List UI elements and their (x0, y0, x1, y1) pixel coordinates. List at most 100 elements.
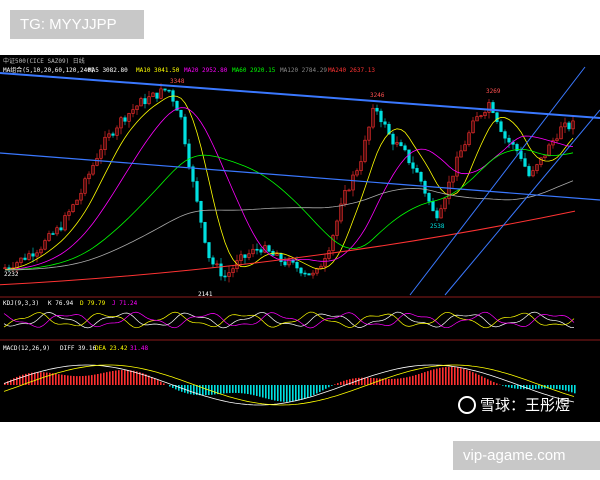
macd-bar (307, 385, 309, 398)
price-label-3348: 3348 (170, 78, 185, 85)
macd-bar (415, 374, 417, 385)
macd-bar (229, 385, 231, 394)
macd-bar (205, 385, 207, 396)
macd-bar (397, 378, 399, 385)
macd-bar (568, 385, 570, 392)
ma-value-ma20: MA20 2952.80 (184, 67, 228, 74)
macd-bar (286, 385, 288, 402)
site-badge: vip-agame.com (453, 441, 600, 470)
macd-bar (451, 366, 453, 385)
macd-bar (532, 385, 534, 390)
candle-body (307, 273, 311, 276)
macd-bar (274, 385, 276, 401)
macd-bar (418, 374, 420, 385)
macd-bar (226, 385, 228, 394)
macd-bar (424, 372, 426, 385)
macd-bar (331, 385, 333, 386)
macd-bar (484, 377, 486, 385)
candle-body (379, 110, 383, 123)
macd-diff: DIFF 39.16 (60, 345, 97, 352)
price-label-2141: 2141 (198, 291, 213, 298)
candle-body (295, 262, 299, 269)
ma-value-ma5: MA5 3082.80 (88, 67, 128, 74)
macd-bar (538, 385, 540, 389)
macd-bar (70, 375, 72, 385)
macd-bar (76, 376, 78, 385)
candle-body (23, 257, 27, 260)
candle-body (375, 107, 379, 112)
macd-bar (187, 385, 189, 394)
macd-bar (472, 372, 474, 385)
macd-bar (496, 383, 498, 385)
macd-bar (283, 385, 285, 402)
macd-bar (328, 385, 330, 388)
candle-body (415, 168, 419, 173)
macd-bar (436, 368, 438, 385)
price-label-2232: 2232 (4, 271, 19, 278)
candle-body (179, 109, 183, 118)
candle-body (491, 102, 495, 113)
macd-bar (223, 385, 225, 394)
candle-body (243, 254, 247, 258)
macd-bar (16, 376, 18, 385)
macd-bar (67, 375, 69, 385)
stock-chart: 中证500(CICE SAZ09) 日线 MA组合(5,10,20,60,120… (0, 55, 600, 422)
macd-bar (487, 379, 489, 385)
macd-bar (103, 372, 105, 385)
macd-bar (238, 385, 240, 394)
snowball-logo-icon (458, 395, 476, 414)
macd-bar (151, 377, 153, 385)
macd-bar (295, 385, 297, 402)
macd-bar (325, 385, 327, 389)
macd-bar (388, 378, 390, 385)
macd-bar (265, 385, 267, 399)
macd-bar (565, 385, 567, 391)
candle-body (423, 180, 427, 194)
candle-body (411, 162, 415, 169)
macd-bar (154, 378, 156, 385)
macd-bar (49, 372, 51, 385)
macd-bar (271, 385, 273, 400)
candle-body (523, 158, 527, 167)
macd-bar (454, 367, 456, 385)
candle-body (507, 137, 511, 143)
macd-bar (193, 385, 195, 395)
macd-bar (445, 367, 447, 385)
kdj-lines (3, 311, 575, 329)
macd-bar (19, 375, 21, 385)
rising-channel-line (444, 109, 600, 296)
macd-bar (130, 370, 132, 385)
candle-body (207, 242, 211, 259)
macd-bar (379, 378, 381, 385)
candle-body (419, 171, 423, 182)
macd-bar (118, 370, 120, 385)
macd-bar (439, 367, 441, 385)
macd-bar (214, 385, 216, 395)
macd-bar (409, 376, 411, 385)
macd-bar (322, 385, 324, 391)
macd-bar (550, 385, 552, 389)
macd-bar (553, 385, 555, 389)
candle-body (435, 210, 439, 219)
macd-bar (319, 385, 321, 392)
kdj-d: D 79.79 (80, 300, 106, 307)
macd-bar (430, 370, 432, 385)
macd-bar (406, 377, 408, 385)
macd-bar (253, 385, 255, 396)
macd-bar (124, 369, 126, 385)
macd-bar (178, 385, 180, 391)
macd-bar (127, 370, 129, 385)
ma-value-ma60: MA60 2920.15 (232, 67, 276, 74)
macd-bar (316, 385, 318, 394)
macd-bar (85, 375, 87, 385)
candle-body (211, 257, 215, 265)
candle-body (219, 263, 223, 277)
macd-bar (73, 375, 75, 385)
macd-bar (517, 385, 519, 389)
macd-bar (220, 385, 222, 394)
macd-bar (112, 370, 114, 385)
macd-bar (46, 372, 48, 385)
macd-bar (79, 376, 81, 385)
macd-bar (394, 378, 396, 385)
macd-bar (190, 385, 192, 395)
